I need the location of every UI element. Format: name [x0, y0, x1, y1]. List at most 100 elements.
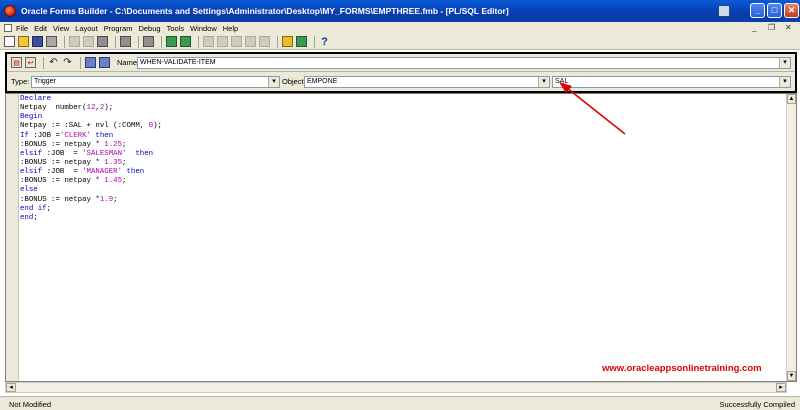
name-value: WHEN-VALIDATE-ITEM: [140, 59, 216, 66]
copy-icon[interactable]: [83, 36, 94, 47]
chevron-down-icon[interactable]: ▾: [779, 58, 790, 68]
code-line[interactable]: :BONUS := netpay * 1.25;: [20, 141, 162, 150]
code-line[interactable]: Declare: [20, 95, 162, 104]
mdi-minimize-button[interactable]: _: [752, 23, 756, 32]
redo-icon[interactable]: ↷: [62, 57, 73, 68]
name-dropdown[interactable]: WHEN-VALIDATE-ITEM ▾: [137, 57, 791, 69]
indent-icon[interactable]: [85, 57, 96, 68]
code-line[interactable]: Netpay := :SAL + nvl (:COMM, 0);: [20, 122, 162, 131]
menu-tools[interactable]: Tools: [167, 24, 185, 33]
document-menu-icon[interactable]: [4, 24, 12, 32]
modified-status: Not Modified: [9, 400, 52, 409]
paste-icon[interactable]: [97, 36, 108, 47]
status-bar: Not Modified Successfully Compiled: [0, 396, 800, 410]
menu-edit[interactable]: Edit: [34, 24, 47, 33]
mdi-close-button[interactable]: ✕: [785, 23, 792, 32]
window-glyph-icon: [718, 5, 730, 17]
open-icon[interactable]: [18, 36, 29, 47]
code-line[interactable]: Begin: [20, 113, 162, 122]
menu-layout[interactable]: Layout: [75, 24, 98, 33]
item-value: SAL: [555, 78, 569, 85]
connect-icon[interactable]: [120, 36, 131, 47]
toolbar-divider: [198, 35, 199, 48]
window-title: Oracle Forms Builder - C:\Documents and …: [21, 6, 509, 16]
debug-step-into-icon[interactable]: [217, 36, 228, 47]
menu-debug[interactable]: Debug: [138, 24, 160, 33]
mdi-restore-button[interactable]: ❐: [768, 23, 775, 32]
menu-window[interactable]: Window: [190, 24, 217, 33]
compile-plsql-icon[interactable]: ▤: [11, 57, 22, 68]
revert-icon[interactable]: ↩: [25, 57, 36, 68]
scroll-down-icon[interactable]: ▼: [787, 371, 796, 381]
toolbar-divider: [138, 35, 139, 48]
code-line[interactable]: If :JOB ='CLERK' then: [20, 132, 162, 141]
menu-program[interactable]: Program: [104, 24, 133, 33]
editor-selector-row: Type: Trigger ▾ Object: EMPONE ▾ SAL ▾: [7, 73, 795, 91]
code-line[interactable]: :BONUS := netpay * 1.45;: [20, 177, 162, 186]
chevron-down-icon[interactable]: ▾: [268, 77, 279, 87]
oracle-app-icon[interactable]: [4, 5, 16, 17]
object-value: EMPONE: [307, 78, 338, 85]
compile-icon[interactable]: [166, 36, 177, 47]
toolbar-divider: [161, 35, 162, 48]
debug-pause-icon[interactable]: [245, 36, 256, 47]
object-dropdown[interactable]: EMPONE ▾: [304, 76, 550, 88]
print-icon[interactable]: [46, 36, 57, 47]
maximize-button[interactable]: □: [767, 3, 782, 18]
cut-icon[interactable]: [69, 36, 80, 47]
code-line[interactable]: elsif :JOB = 'SALESMAN' then: [20, 150, 162, 159]
watermark-text: www.oracleappsonlinetraining.com: [602, 363, 762, 374]
code-line[interactable]: elsif :JOB = 'MANAGER' then: [20, 168, 162, 177]
code-line[interactable]: end;: [20, 214, 162, 223]
close-button[interactable]: ✕: [784, 3, 799, 18]
help-icon[interactable]: ?: [319, 36, 330, 48]
code-line[interactable]: :BONUS := netpay *1.9;: [20, 196, 162, 205]
scroll-left-icon[interactable]: ◂: [6, 383, 16, 392]
code-line[interactable]: :BONUS := netpay * 1.35;: [20, 159, 162, 168]
type-label: Type:: [11, 77, 30, 86]
debug-step-icon[interactable]: [203, 36, 214, 47]
editor-gutter: [6, 94, 19, 381]
undo-icon[interactable]: ↶: [48, 57, 59, 68]
editor-icon[interactable]: [296, 36, 307, 47]
code-editor[interactable]: Declare Netpay number(12,2); Begin Netpay :…: [5, 93, 797, 382]
code-line[interactable]: else: [20, 186, 162, 195]
item-dropdown[interactable]: SAL ▾: [552, 76, 791, 88]
scroll-up-icon[interactable]: ▲: [787, 94, 796, 104]
toolbar-divider: [43, 56, 44, 69]
plsql-editor-header: ▤ ↩ ↶ ↷ Name: WHEN-VALIDATE-ITEM ▾ Type:…: [5, 52, 797, 93]
toolbar-divider: [80, 56, 81, 69]
toolbar-divider: [314, 35, 315, 48]
minimize-button[interactable]: _: [750, 3, 765, 18]
toolbar-divider: [115, 35, 116, 48]
scroll-right-icon[interactable]: ▸: [776, 383, 786, 392]
code-line[interactable]: end if;: [20, 205, 162, 214]
save-icon[interactable]: [32, 36, 43, 47]
debug-step-over-icon[interactable]: [231, 36, 242, 47]
code-text[interactable]: Declare Netpay number(12,2); Begin Netpay :…: [20, 95, 162, 223]
wizard-icon[interactable]: [282, 36, 293, 47]
menu-file[interactable]: File: [16, 24, 28, 33]
chevron-down-icon[interactable]: ▾: [538, 77, 549, 87]
menu-help[interactable]: Help: [223, 24, 238, 33]
menu-view[interactable]: View: [53, 24, 69, 33]
vertical-scrollbar[interactable]: ▲ ▼: [786, 94, 796, 381]
toolbar-divider: [277, 35, 278, 48]
debug-stop-icon[interactable]: [259, 36, 270, 47]
toolbar-divider: [64, 35, 65, 48]
title-bar: Oracle Forms Builder - C:\Documents and …: [0, 0, 800, 22]
main-toolbar: ?: [0, 34, 800, 50]
name-label: Name:: [117, 58, 140, 67]
type-dropdown[interactable]: Trigger ▾: [31, 76, 280, 88]
chevron-down-icon[interactable]: ▾: [779, 77, 790, 87]
object-label: Object:: [282, 77, 306, 86]
run-form-icon[interactable]: [143, 36, 154, 47]
editor-toolbar-row: ▤ ↩ ↶ ↷ Name: WHEN-VALIDATE-ITEM ▾: [7, 54, 795, 72]
horizontal-scrollbar[interactable]: ◂ ▸: [5, 382, 787, 393]
outdent-icon[interactable]: [99, 57, 110, 68]
compile-all-icon[interactable]: [180, 36, 191, 47]
menu-bar: File Edit View Layout Program Debug Tool…: [0, 22, 800, 34]
compile-status: Successfully Compiled: [719, 400, 795, 409]
new-icon[interactable]: [4, 36, 15, 47]
code-line[interactable]: Netpay number(12,2);: [20, 104, 162, 113]
